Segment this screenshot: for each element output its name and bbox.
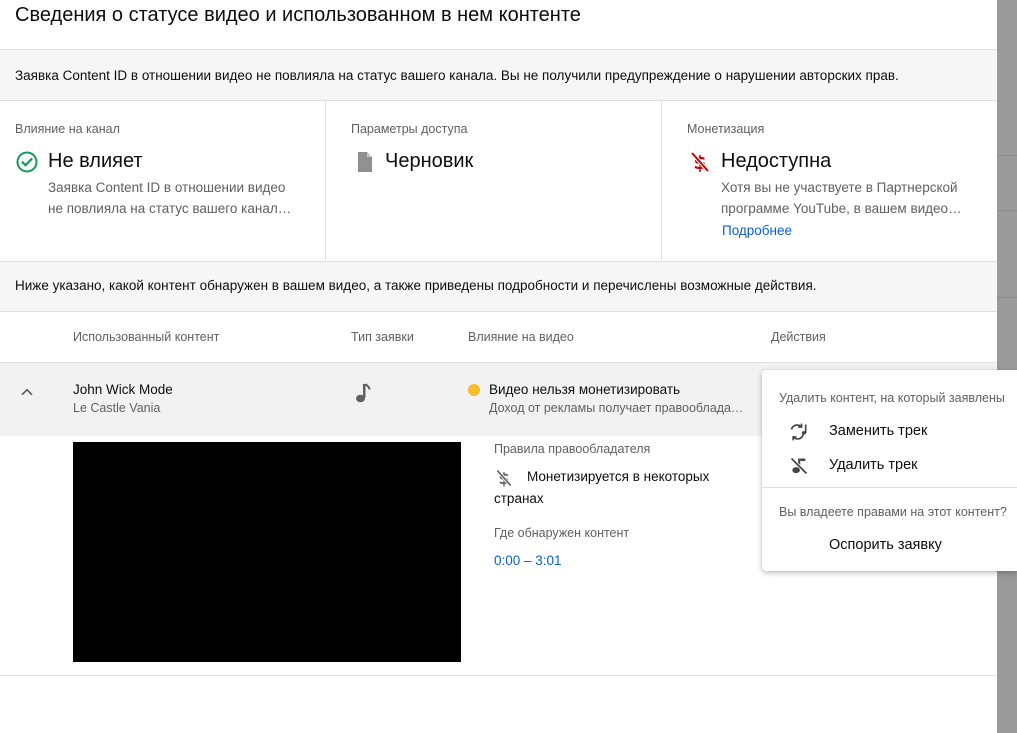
table-header: Использованный контент Тип заявки Влияни… bbox=[0, 312, 997, 363]
dispute-claim-item[interactable]: Оспорить заявку bbox=[762, 528, 1017, 562]
impact-text: Видео нельзя монетизировать bbox=[489, 382, 681, 397]
backdrop-divider bbox=[997, 297, 1017, 298]
channel-impact-value: Не влияет bbox=[48, 150, 143, 172]
monetization-label: Монетизация bbox=[687, 122, 765, 136]
column-header-impact: Влияние на видео bbox=[468, 330, 574, 344]
impact-detail: Доход от рекламы получает правообладател… bbox=[489, 401, 744, 415]
remove-track-label: Удалить трек bbox=[829, 457, 918, 473]
dialog-title: Сведения о статусе видео и использованно… bbox=[15, 4, 581, 26]
replace-audio-icon bbox=[790, 423, 807, 441]
learn-more-link[interactable]: Подробнее bbox=[722, 223, 792, 238]
column-header-claim-type: Тип заявки bbox=[351, 330, 414, 344]
notice-text: Заявка Content ID в отношении видео не п… bbox=[15, 68, 899, 83]
timestamp-range-link[interactable]: 0:00 – 3:01 bbox=[494, 553, 562, 568]
found-label: Где обнаружен контент bbox=[494, 526, 630, 540]
impact-status-dot bbox=[468, 384, 480, 396]
dispute-claim-label: Оспорить заявку bbox=[829, 537, 942, 553]
intro-text: Ниже указано, какой контент обнаружен в … bbox=[15, 278, 817, 293]
music-off-icon bbox=[790, 457, 808, 475]
money-off-icon: $ bbox=[690, 151, 710, 174]
status-summary: Влияние на канал Не влияет Заявка Conten… bbox=[0, 101, 997, 261]
content-artist: Le Castle Vania bbox=[73, 401, 161, 415]
visibility-label: Параметры доступа bbox=[351, 122, 468, 136]
monetization-value: Недоступна bbox=[721, 150, 832, 172]
backdrop-divider bbox=[997, 210, 1017, 211]
monetization-card: Монетизация $ Недоступна Хотя вы не учас… bbox=[662, 101, 997, 261]
backdrop-divider bbox=[997, 155, 1017, 156]
replace-track-item[interactable]: Заменить трек bbox=[762, 414, 1017, 448]
draft-file-icon bbox=[358, 152, 372, 172]
channel-impact-label: Влияние на канал bbox=[15, 122, 120, 136]
menu-divider bbox=[762, 487, 1017, 488]
page-backdrop bbox=[997, 0, 1017, 733]
column-header-content: Использованный контент bbox=[73, 330, 220, 344]
replace-track-label: Заменить трек bbox=[829, 423, 928, 439]
visibility-card: Параметры доступа Черновик bbox=[326, 101, 662, 261]
channel-impact-description: Заявка Content ID в отношении видео не п… bbox=[48, 180, 292, 216]
remove-track-item[interactable]: Удалить трек bbox=[762, 448, 1017, 482]
dialog-header-icons[interactable] bbox=[867, 0, 927, 4]
content-id-dialog: Сведения о статусе видео и использованно… bbox=[0, 0, 997, 733]
menu-section-rights: Вы владеете правами на этот контент? bbox=[779, 505, 1007, 519]
policy-label: Правила правообладателя bbox=[494, 442, 651, 456]
music-note-icon bbox=[356, 383, 371, 403]
content-title: John Wick Mode bbox=[73, 382, 173, 397]
column-header-actions: Действия bbox=[771, 330, 826, 344]
policy-text: Монетизируется в некоторых странах bbox=[494, 469, 710, 506]
chevron-up-icon[interactable] bbox=[18, 383, 36, 401]
monetization-description: Хотя вы не участвуете в Партнерской прог… bbox=[721, 180, 962, 216]
check-circle-icon bbox=[16, 151, 38, 173]
channel-impact-card: Влияние на канал Не влияет Заявка Conten… bbox=[0, 101, 326, 261]
visibility-value: Черновик bbox=[385, 150, 474, 172]
video-preview[interactable] bbox=[73, 442, 461, 662]
menu-section-remove: Удалить контент, на который заявлены bbox=[779, 391, 1005, 405]
content-intro: Ниже указано, какой контент обнаружен в … bbox=[0, 261, 997, 312]
row-divider bbox=[0, 675, 997, 676]
actions-menu: Удалить контент, на который заявлены Зам… bbox=[762, 370, 1017, 571]
copyright-notice: Заявка Content ID в отношении видео не п… bbox=[0, 49, 997, 101]
